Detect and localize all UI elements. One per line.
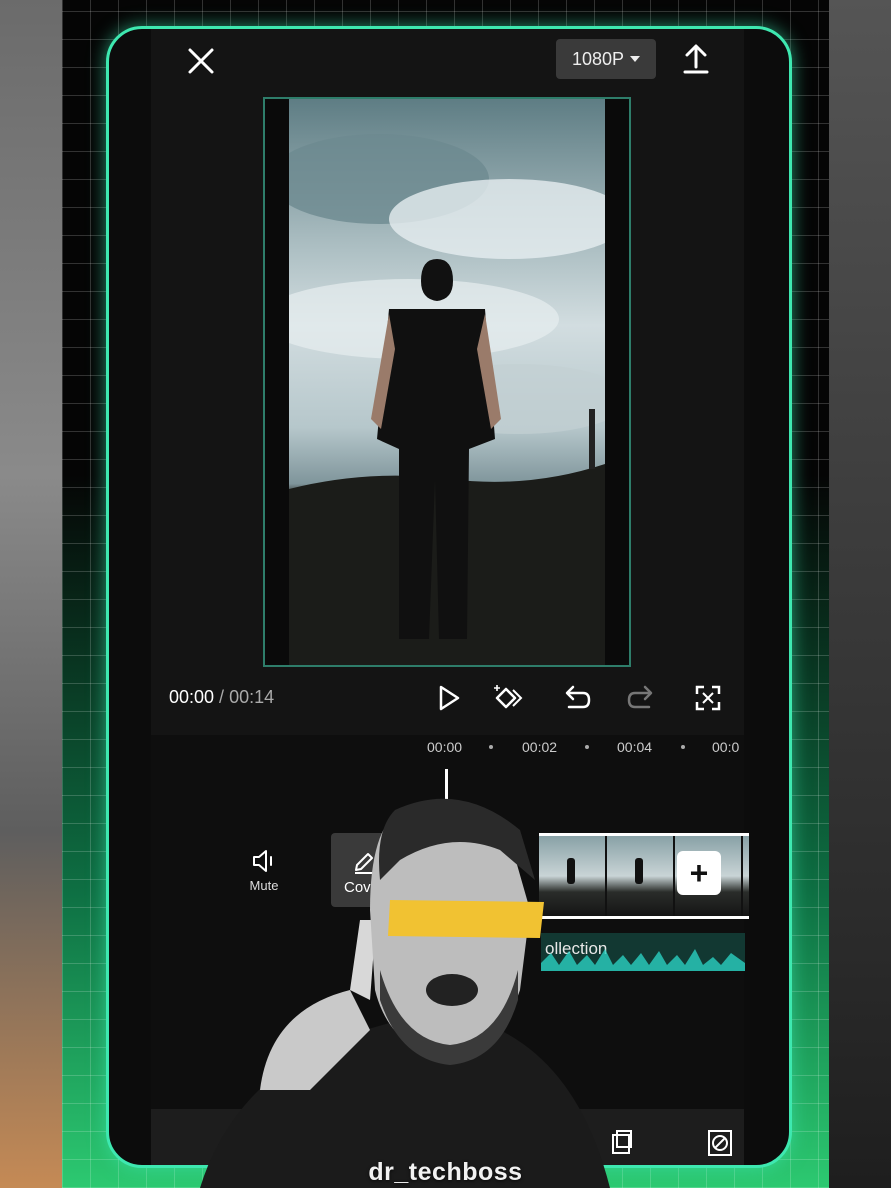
total-duration: 00:14 (229, 687, 275, 707)
presenter-overlay (200, 798, 610, 1188)
video-scene (289, 134, 605, 665)
watermark-text: dr_techboss (368, 1158, 523, 1186)
resolution-label: 1080P (571, 48, 625, 69)
undo-icon[interactable] (561, 683, 591, 713)
keyframe-icon[interactable] (493, 683, 523, 713)
fullscreen-icon[interactable] (693, 683, 723, 713)
current-time: 00:00 (169, 687, 215, 707)
play-icon[interactable] (433, 683, 463, 713)
timeline-tick: 00:04 (617, 739, 653, 755)
export-icon[interactable] (682, 43, 710, 75)
add-clip-button[interactable]: + (677, 851, 721, 895)
tick-dot (489, 745, 493, 749)
resolution-button[interactable]: 1080P (556, 39, 656, 79)
time-separator: / (214, 687, 230, 707)
video-preview[interactable] (263, 97, 631, 667)
tick-dot (681, 745, 685, 749)
background-left (0, 0, 62, 1188)
tick-dot (585, 745, 589, 749)
time-display: 00:00 / 00:14 (169, 687, 274, 708)
close-icon[interactable] (187, 47, 215, 75)
timeline-tick: 00:00 (427, 739, 463, 755)
clip-thumbnail (743, 836, 749, 916)
background-right (829, 0, 891, 1188)
video-frame (289, 99, 605, 665)
no-symbol-icon[interactable] (707, 1129, 733, 1157)
timeline-tick: 00:0 (712, 739, 740, 755)
redo-icon[interactable] (627, 683, 657, 713)
timeline-tick: 00:02 (522, 739, 558, 755)
caret-down-icon (630, 56, 641, 62)
